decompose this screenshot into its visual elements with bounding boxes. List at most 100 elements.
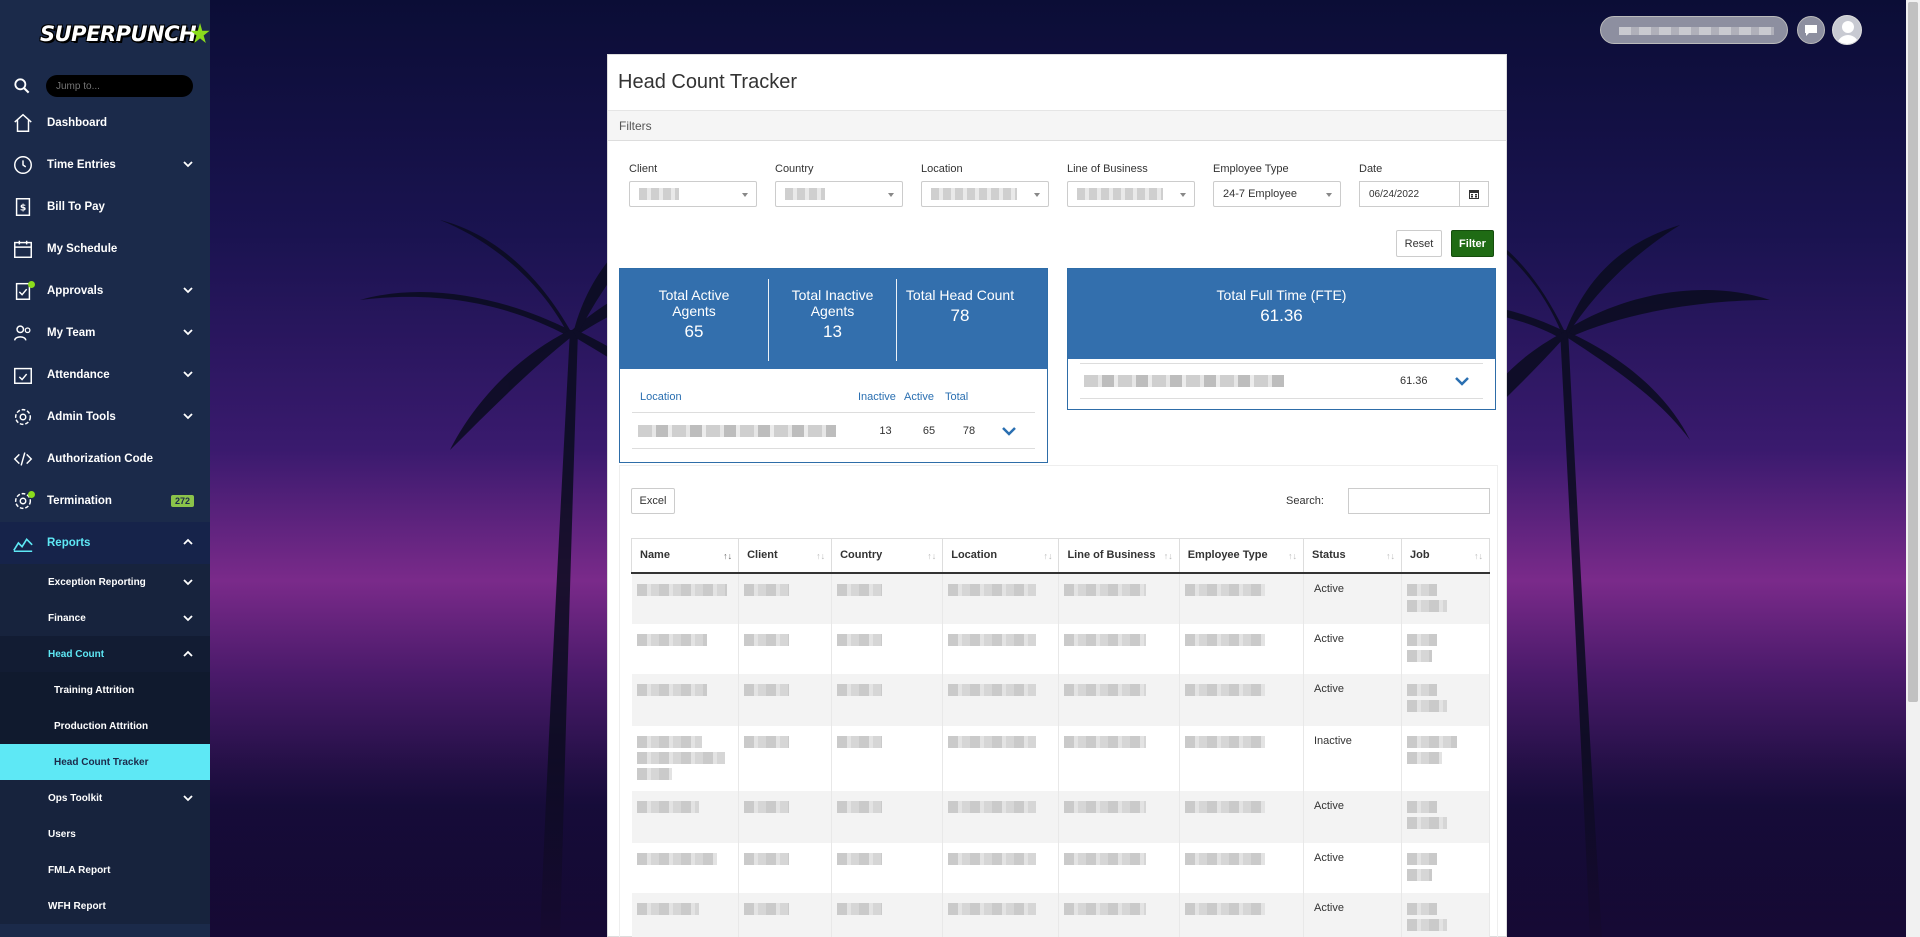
- sidebar-item-time-entries[interactable]: Time Entries: [0, 144, 210, 186]
- employee-table: Name ↑↓ Client ↑↓ Country ↑↓ Location ↑↓ Lin…: [630, 538, 1490, 937]
- col-line-of-business[interactable]: Line of Business ↑↓: [1058, 538, 1180, 574]
- cell-client: [738, 725, 833, 791]
- sidebar-item-approvals[interactable]: Approvals: [0, 270, 210, 312]
- redacted-value: [639, 188, 679, 200]
- redacted-text: [636, 852, 717, 865]
- reset-button[interactable]: Reset: [1396, 230, 1442, 257]
- cell-status: Active: [1303, 572, 1403, 624]
- redacted-text: [636, 683, 707, 696]
- sidebar-sub-finance[interactable]: Finance: [0, 600, 210, 636]
- sidebar-item-my-schedule[interactable]: My Schedule: [0, 228, 210, 270]
- cell-location: [942, 623, 1060, 674]
- redacted-text: [636, 800, 699, 813]
- sort-icon: ↑↓: [816, 551, 826, 561]
- cell-job: [1401, 892, 1490, 937]
- table-row[interactable]: Active: [631, 572, 1490, 624]
- chat-button[interactable]: [1797, 16, 1825, 44]
- employee-type-label: Employee Type: [1213, 163, 1289, 175]
- location-row[interactable]: 13 65 78: [632, 413, 1035, 449]
- page-scrollbar[interactable]: [1906, 0, 1920, 937]
- status-text: Active: [1314, 682, 1344, 695]
- brand-logo[interactable]: SUPERPUNCH: [0, 0, 210, 68]
- redacted-text: [1407, 649, 1433, 662]
- table-search-label: Search:: [1286, 495, 1324, 507]
- col-status[interactable]: Status ↑↓: [1302, 538, 1403, 574]
- cell-location: [942, 673, 1060, 726]
- agent-summary-header: Total Active Agents 65 Total Inactive Ag…: [620, 269, 1047, 369]
- chevron-down-icon[interactable]: [1002, 426, 1016, 436]
- table-row[interactable]: Active: [631, 623, 1490, 674]
- status-text: Inactive: [1314, 734, 1352, 747]
- sub-item-label: Ops Toolkit: [48, 792, 103, 804]
- table-search-input[interactable]: [1348, 488, 1490, 514]
- sidebar-sub-head-count-tracker[interactable]: Head Count Tracker: [0, 744, 210, 780]
- jump-to-input[interactable]: [46, 75, 193, 97]
- date-input[interactable]: 06/24/2022: [1359, 181, 1459, 207]
- sidebar-item-reports[interactable]: Reports: [0, 522, 210, 564]
- sidebar-item-dashboard[interactable]: Dashboard: [0, 102, 210, 144]
- redacted-text: [636, 633, 707, 646]
- employee-type-select[interactable]: 24-7 Employee: [1213, 181, 1341, 207]
- lob-filter: Line of Business: [1067, 163, 1195, 207]
- col-client[interactable]: Client ↑↓: [738, 538, 833, 574]
- sidebar-sub-fmla-report[interactable]: FMLA Report: [0, 852, 210, 888]
- redacted-text: [636, 583, 727, 596]
- chevron-down-icon: [183, 329, 193, 336]
- redacted-text: [1184, 735, 1265, 748]
- col-location[interactable]: Location ↑↓: [942, 538, 1060, 574]
- employee-type-value: 24-7 Employee: [1223, 188, 1297, 200]
- filter-button[interactable]: Filter: [1451, 230, 1494, 257]
- client-select[interactable]: [629, 181, 757, 207]
- sidebar-item-admin-tools[interactable]: Admin Tools: [0, 396, 210, 438]
- caret-down-icon: [742, 193, 748, 197]
- col-country[interactable]: Country ↑↓: [831, 538, 944, 574]
- redacted-text: [837, 735, 883, 748]
- date-filter: Date 06/24/2022: [1359, 163, 1489, 207]
- status-text: Active: [1314, 632, 1344, 645]
- col-name[interactable]: Name ↑↓: [630, 538, 740, 574]
- cell-client: [738, 892, 833, 937]
- table-row[interactable]: Active: [631, 892, 1490, 937]
- user-account-pill[interactable]: [1600, 16, 1788, 44]
- sidebar-item-termination[interactable]: Termination 272: [0, 480, 210, 522]
- excel-export-button[interactable]: Excel: [631, 488, 675, 514]
- redacted-text: [837, 583, 883, 596]
- sidebar-item-bill-to-pay[interactable]: $ Bill To Pay: [0, 186, 210, 228]
- status-text: Active: [1314, 901, 1344, 914]
- fte-row[interactable]: 61.36: [1080, 363, 1483, 399]
- country-select[interactable]: [775, 181, 903, 207]
- sidebar-sub-head-count[interactable]: Head Count: [0, 636, 210, 672]
- chevron-down-icon[interactable]: [1455, 376, 1469, 386]
- sidebar-sub-ops-toolkit[interactable]: Ops Toolkit: [0, 780, 210, 816]
- sidebar: SUPERPUNCH Dashboard Time Entries $ Bill…: [0, 0, 210, 937]
- sidebar-sub-production-attrition[interactable]: Production Attrition: [0, 708, 210, 744]
- sidebar-item-attendance[interactable]: Attendance: [0, 354, 210, 396]
- table-row[interactable]: Active: [631, 673, 1490, 726]
- sidebar-sub-exception-reporting[interactable]: Exception Reporting: [0, 564, 210, 600]
- calendar-button[interactable]: [1459, 181, 1489, 207]
- sidebar-item-label: Dashboard: [47, 117, 108, 129]
- avatar[interactable]: [1832, 15, 1862, 45]
- redacted-text: [1084, 375, 1284, 387]
- col-total: Total: [945, 390, 969, 403]
- table-row[interactable]: Active: [631, 790, 1490, 843]
- sidebar-sub-training-attrition[interactable]: Training Attrition: [0, 672, 210, 708]
- table-row[interactable]: Active: [631, 842, 1490, 893]
- total-head-count-stat: Total Head Count 78: [897, 269, 1023, 369]
- sidebar-item-authorization-code[interactable]: Authorization Code: [0, 438, 210, 480]
- cell-name: [631, 623, 740, 674]
- redacted-text: [837, 852, 883, 865]
- col-employee-type[interactable]: Employee Type ↑↓: [1178, 538, 1305, 574]
- col-job[interactable]: Job ↑↓: [1401, 538, 1490, 574]
- table-row[interactable]: Inactive: [631, 725, 1490, 791]
- fte-breakdown: 61.36: [1068, 359, 1495, 399]
- sidebar-sub-wfh-report[interactable]: WFH Report: [0, 888, 210, 924]
- cell-status: Active: [1303, 790, 1403, 843]
- lob-select[interactable]: [1067, 181, 1195, 207]
- sidebar-item-my-team[interactable]: My Team: [0, 312, 210, 354]
- scrollbar-thumb[interactable]: [1908, 2, 1918, 702]
- sidebar-sub-users[interactable]: Users: [0, 816, 210, 852]
- location-select[interactable]: [921, 181, 1049, 207]
- row-inactive: 13: [879, 424, 892, 437]
- cell-lob: [1058, 623, 1180, 674]
